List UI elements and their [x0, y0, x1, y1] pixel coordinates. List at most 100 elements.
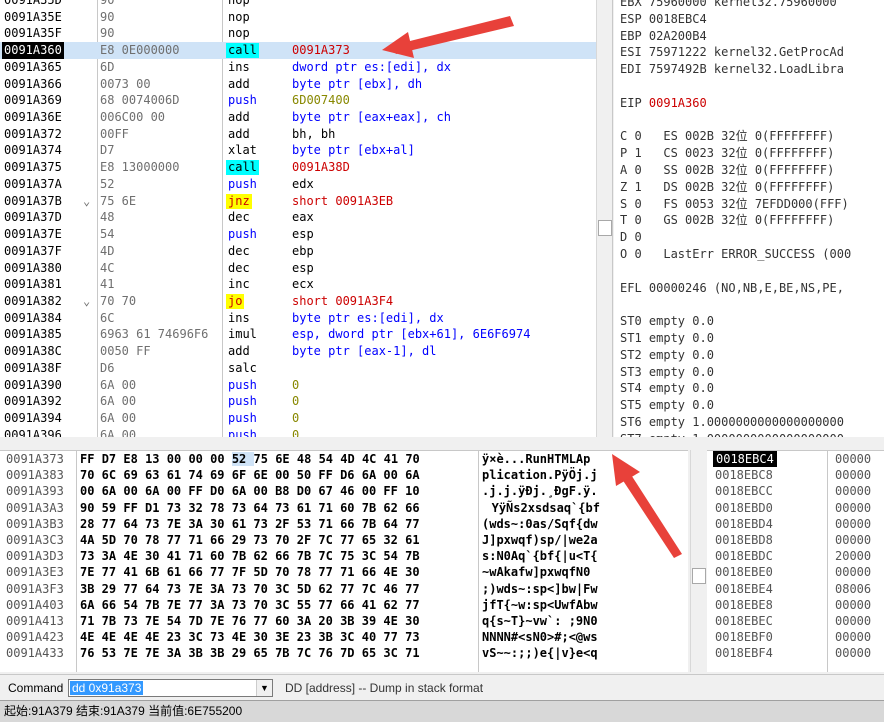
register-line[interactable]: EFL 00000246 (NO,NB,E,BE,NS,PE, [614, 280, 851, 297]
dump-row[interactable]: 0091A3F3 3B 29 77 64 73 7E 3A 73 70 3C 5D… [0, 581, 688, 597]
stack-row[interactable]: 0018EBF4 00000 [707, 645, 884, 661]
register-line[interactable]: ST6 empty 1.0000000000000000000 [614, 414, 851, 431]
disasm-row[interactable]: 0091A384 6C ins byte ptr es:[edi], dx [0, 310, 612, 327]
dump-byte[interactable]: 70 [405, 452, 419, 466]
dump-byte[interactable]: D7 [102, 452, 124, 466]
disasm-row[interactable]: 0091A380 4C dec esp [0, 260, 612, 277]
command-input[interactable]: dd 0x91a373 ▼ [68, 679, 273, 697]
dump-byte[interactable]: 6E [275, 452, 297, 466]
disasm-row[interactable]: 0091A372 00FF add bh, bh [0, 126, 612, 143]
dump-scroll-thumb-knob[interactable] [692, 568, 706, 584]
registers-pane[interactable]: EBX 75960000 kernel32.75960000 ESP 0018EB… [614, 0, 884, 437]
dump-byte[interactable]: 48 [297, 452, 319, 466]
stack-row[interactable]: 0018EBE4 08006 [707, 581, 884, 597]
disasm-row[interactable]: 0091A365 6D ins dword ptr es:[edi], dx [0, 59, 612, 76]
register-line[interactable]: C 0 ES 002B 32位 0(FFFFFFFF) [614, 128, 851, 145]
disasm-row[interactable]: 0091A360 E8 0E000000 call 0091A373 [0, 42, 612, 59]
dump-byte[interactable]: 4C [362, 452, 384, 466]
register-line[interactable]: ST3 empty 0.0 [614, 364, 851, 381]
disasm-row[interactable]: 0091A35D 90 nop [0, 0, 612, 9]
stack-row[interactable]: 0018EBEC 00000 [707, 613, 884, 629]
dump-byte[interactable]: 13 [145, 452, 167, 466]
dump-row[interactable]: 0091A3B3 28 77 64 73 7E 3A 30 61 73 2F 53… [0, 516, 688, 532]
disasm-row[interactable]: 0091A374 D7 xlat byte ptr [ebx+al] [0, 142, 612, 159]
memory-dump-pane[interactable]: 0091A373 FF D7 E8 13 00 00 00 52 75 6E 48… [0, 450, 688, 672]
disasm-row[interactable]: 0091A37D 48 dec eax [0, 209, 612, 226]
stack-row[interactable]: 0018EBC8 00000 [707, 467, 884, 483]
dump-byte[interactable]: FF [80, 452, 102, 466]
dump-byte[interactable]: 52 [232, 452, 254, 466]
disasm-row[interactable]: 0091A366 0073 00 add byte ptr [ebx], dh [0, 76, 612, 93]
dump-byte[interactable]: 4D [340, 452, 362, 466]
chevron-down-icon[interactable]: ▼ [256, 680, 272, 696]
dump-row[interactable]: 0091A3E3 7E 77 41 6B 61 66 77 7F 5D 70 78… [0, 564, 688, 580]
register-line[interactable]: ST1 empty 0.0 [614, 330, 851, 347]
register-line[interactable]: EDI 7597492B kernel32.LoadLibra [614, 61, 851, 78]
stack-row[interactable]: 0018EBCC 00000 [707, 483, 884, 499]
disasm-row[interactable]: 0091A37F 4D dec ebp [0, 243, 612, 260]
register-line[interactable]: T 0 GS 002B 32位 0(FFFFFFFF) [614, 212, 851, 229]
dump-row[interactable]: 0091A423 4E 4E 4E 4E 23 3C 73 4E 30 3E 23… [0, 629, 688, 645]
dump-byte[interactable]: 75 [254, 452, 276, 466]
stack-row[interactable]: 0018EBE0 00000 [707, 564, 884, 580]
register-line[interactable]: ST2 empty 0.0 [614, 347, 851, 364]
stack-row[interactable]: 0018EBF0 00000 [707, 629, 884, 645]
disasm-row[interactable]: 0091A37E 54 push esp [0, 226, 612, 243]
dump-row[interactable]: 0091A3A3 90 59 FF D1 73 32 78 73 64 73 61… [0, 500, 688, 516]
dump-row[interactable]: 0091A433 76 53 7E 7E 3A 3B 3B 29 65 7B 7C… [0, 645, 688, 661]
register-line[interactable] [614, 263, 851, 280]
disasm-row[interactable]: 0091A37A 52 push edx [0, 176, 612, 193]
disasm-row[interactable]: 0091A382 ⌄ 70 70 jo short 0091A3F4 [0, 293, 612, 310]
stack-row[interactable]: 0018EBC4 00000 [707, 451, 884, 467]
dump-byte[interactable]: 00 [188, 452, 210, 466]
disassembly-scroll-thumb[interactable] [598, 220, 612, 236]
pane-splitter[interactable] [0, 437, 884, 450]
register-line[interactable]: EBP 02A200B4 [614, 28, 851, 45]
disasm-row[interactable]: 0091A36E 006C00 00 add byte ptr [eax+eax], … [0, 109, 612, 126]
dump-row[interactable]: 0091A413 71 7B 73 7E 54 7D 7E 76 77 60 3A… [0, 613, 688, 629]
dump-byte[interactable]: E8 [123, 452, 145, 466]
dump-row[interactable]: 0091A3C3 4A 5D 70 78 77 71 66 29 73 70 2F… [0, 532, 688, 548]
register-line[interactable]: ST4 empty 0.0 [614, 380, 851, 397]
register-line[interactable] [614, 296, 851, 313]
disasm-row[interactable]: 0091A35E 90 nop [0, 9, 612, 26]
dump-row[interactable]: 0091A393 00 6A 00 6A 00 FF D0 6A 00 B8 D0… [0, 483, 688, 499]
register-line[interactable]: EBX 75960000 kernel32.75960000 [614, 0, 851, 11]
register-line[interactable]: P 1 CS 0023 32位 0(FFFFFFFF) [614, 145, 851, 162]
register-line[interactable]: EIP 0091A360 [614, 95, 851, 112]
register-line[interactable]: ST5 empty 0.0 [614, 397, 851, 414]
register-line[interactable]: Z 1 DS 002B 32位 0(FFFFFFFF) [614, 179, 851, 196]
dump-row[interactable]: 0091A383 70 6C 69 63 61 74 69 6F 6E 00 50… [0, 467, 688, 483]
register-line[interactable]: ESP 0018EBC4 [614, 11, 851, 28]
register-line[interactable]: O 0 LastErr ERROR_SUCCESS (000 [614, 246, 851, 263]
disasm-row[interactable]: 0091A38F D6 salc [0, 360, 612, 377]
dump-scrollbar-track[interactable] [690, 450, 707, 672]
register-line[interactable] [614, 78, 851, 95]
dump-byte[interactable]: 00 [167, 452, 189, 466]
disasm-row[interactable]: 0091A394 6A 00 push 0 [0, 410, 612, 427]
register-line[interactable]: S 0 FS 0053 32位 7EFDD000(FFF) [614, 196, 851, 213]
register-line[interactable]: D 0 [614, 229, 851, 246]
disasm-row[interactable]: 0091A396 6A 00 push 0 [0, 427, 612, 437]
dump-row[interactable]: 0091A403 6A 66 54 7B 7E 77 3A 73 70 3C 55… [0, 597, 688, 613]
disasm-row[interactable]: 0091A369 68 0074006D push 6D007400 [0, 92, 612, 109]
stack-row[interactable]: 0018EBD4 00000 [707, 516, 884, 532]
disasm-row[interactable]: 0091A37B ⌄ 75 6E jnz short 0091A3EB [0, 193, 612, 210]
dump-byte[interactable]: 54 [319, 452, 341, 466]
stack-row[interactable]: 0018EBDC 20000 [707, 548, 884, 564]
disassembly-pane[interactable]: 0091A35D 90 nop 0091A35E 90 nop 0091A35F 90 nop 0… [0, 0, 613, 437]
disasm-row[interactable]: 0091A38C 0050 FF add byte ptr [eax-1], dl [0, 343, 612, 360]
command-input-value[interactable]: dd 0x91a373 [70, 681, 143, 695]
dump-byte[interactable]: 00 [210, 452, 232, 466]
disasm-row[interactable]: 0091A35F 90 nop [0, 25, 612, 42]
disassembly-scrollbar[interactable] [596, 0, 613, 437]
disasm-row[interactable]: 0091A381 41 inc ecx [0, 276, 612, 293]
register-line[interactable]: A 0 SS 002B 32位 0(FFFFFFFF) [614, 162, 851, 179]
stack-row[interactable]: 0018EBD8 00000 [707, 532, 884, 548]
disasm-row[interactable]: 0091A385 6963 61 74696F6 imul esp, dword pt… [0, 326, 612, 343]
dump-row[interactable]: 0091A373 FF D7 E8 13 00 00 00 52 75 6E 48… [0, 451, 688, 467]
stack-row[interactable]: 0018EBD0 00000 [707, 500, 884, 516]
dump-byte[interactable]: 41 [384, 452, 406, 466]
stack-row[interactable]: 0018EBE8 00000 [707, 597, 884, 613]
disasm-row[interactable]: 0091A375 E8 13000000 call 0091A38D [0, 159, 612, 176]
